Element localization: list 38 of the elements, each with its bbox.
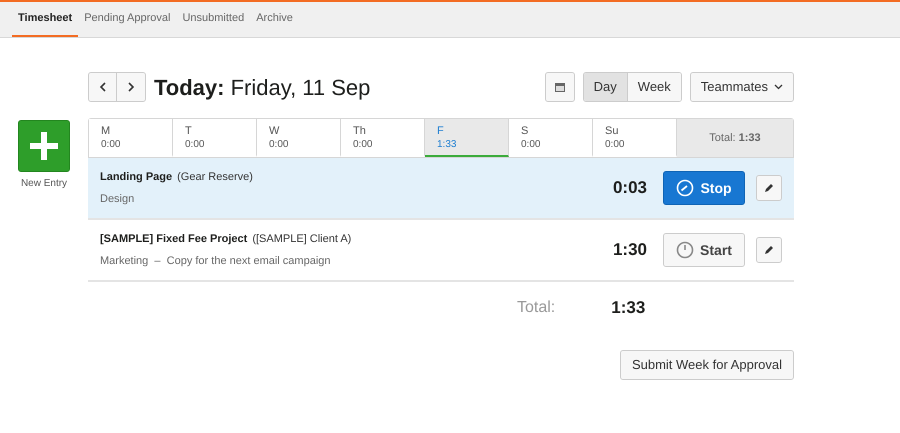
task-details: Marketing – Copy for the next email campaign — [100, 254, 332, 269]
task-details: Design — [100, 192, 136, 207]
chevron-left-icon — [98, 82, 106, 92]
start-timer-button[interactable]: Start — [663, 233, 745, 267]
plus-icon — [28, 130, 60, 162]
nav-tab[interactable]: Archive — [250, 2, 299, 37]
day-tab[interactable]: F 1:33 — [425, 119, 509, 157]
edit-button[interactable] — [756, 237, 782, 263]
view-toggle-button[interactable]: Day — [584, 73, 627, 101]
pencil-icon — [764, 245, 774, 255]
project-name: [SAMPLE] Fixed Fee Project — [100, 232, 248, 246]
submit-week-button[interactable]: Submit Week for Approval — [620, 350, 794, 380]
entry-duration: 0:03 — [612, 177, 647, 200]
edit-button[interactable] — [756, 175, 782, 201]
client-name: (Gear Reserve) — [177, 170, 253, 184]
new-entry-label: New Entry — [20, 177, 68, 191]
new-entry-button[interactable] — [18, 120, 70, 172]
project-name: Landing Page — [100, 170, 172, 184]
calendar-icon — [554, 81, 566, 93]
week-total: Total: 1:33 — [677, 119, 793, 157]
gauge-icon — [676, 179, 694, 197]
nav-tab[interactable]: Pending Approval — [78, 2, 176, 37]
total-value: 1:33 — [611, 297, 646, 320]
chevron-right-icon — [127, 82, 135, 92]
calendar-button[interactable] — [544, 72, 575, 102]
client-name: ([SAMPLE] Client A) — [252, 232, 352, 246]
view-toggle-button[interactable]: Week — [626, 73, 681, 101]
nav-tab[interactable]: Unsubmitted — [176, 2, 250, 37]
nav-tab[interactable]: Timesheet — [12, 2, 78, 37]
teammates-dropdown[interactable]: Teammates — [690, 72, 794, 102]
day-tab[interactable]: M 0:00 — [89, 119, 173, 157]
stop-timer-button[interactable]: Stop — [663, 171, 745, 205]
date-heading: Today: Friday, 11 Sep — [154, 74, 370, 102]
entry-duration: 1:30 — [612, 239, 647, 262]
chevron-down-icon — [774, 84, 783, 90]
clock-icon — [676, 241, 694, 259]
pencil-icon — [764, 183, 774, 193]
total-label: Total: — [517, 298, 556, 318]
